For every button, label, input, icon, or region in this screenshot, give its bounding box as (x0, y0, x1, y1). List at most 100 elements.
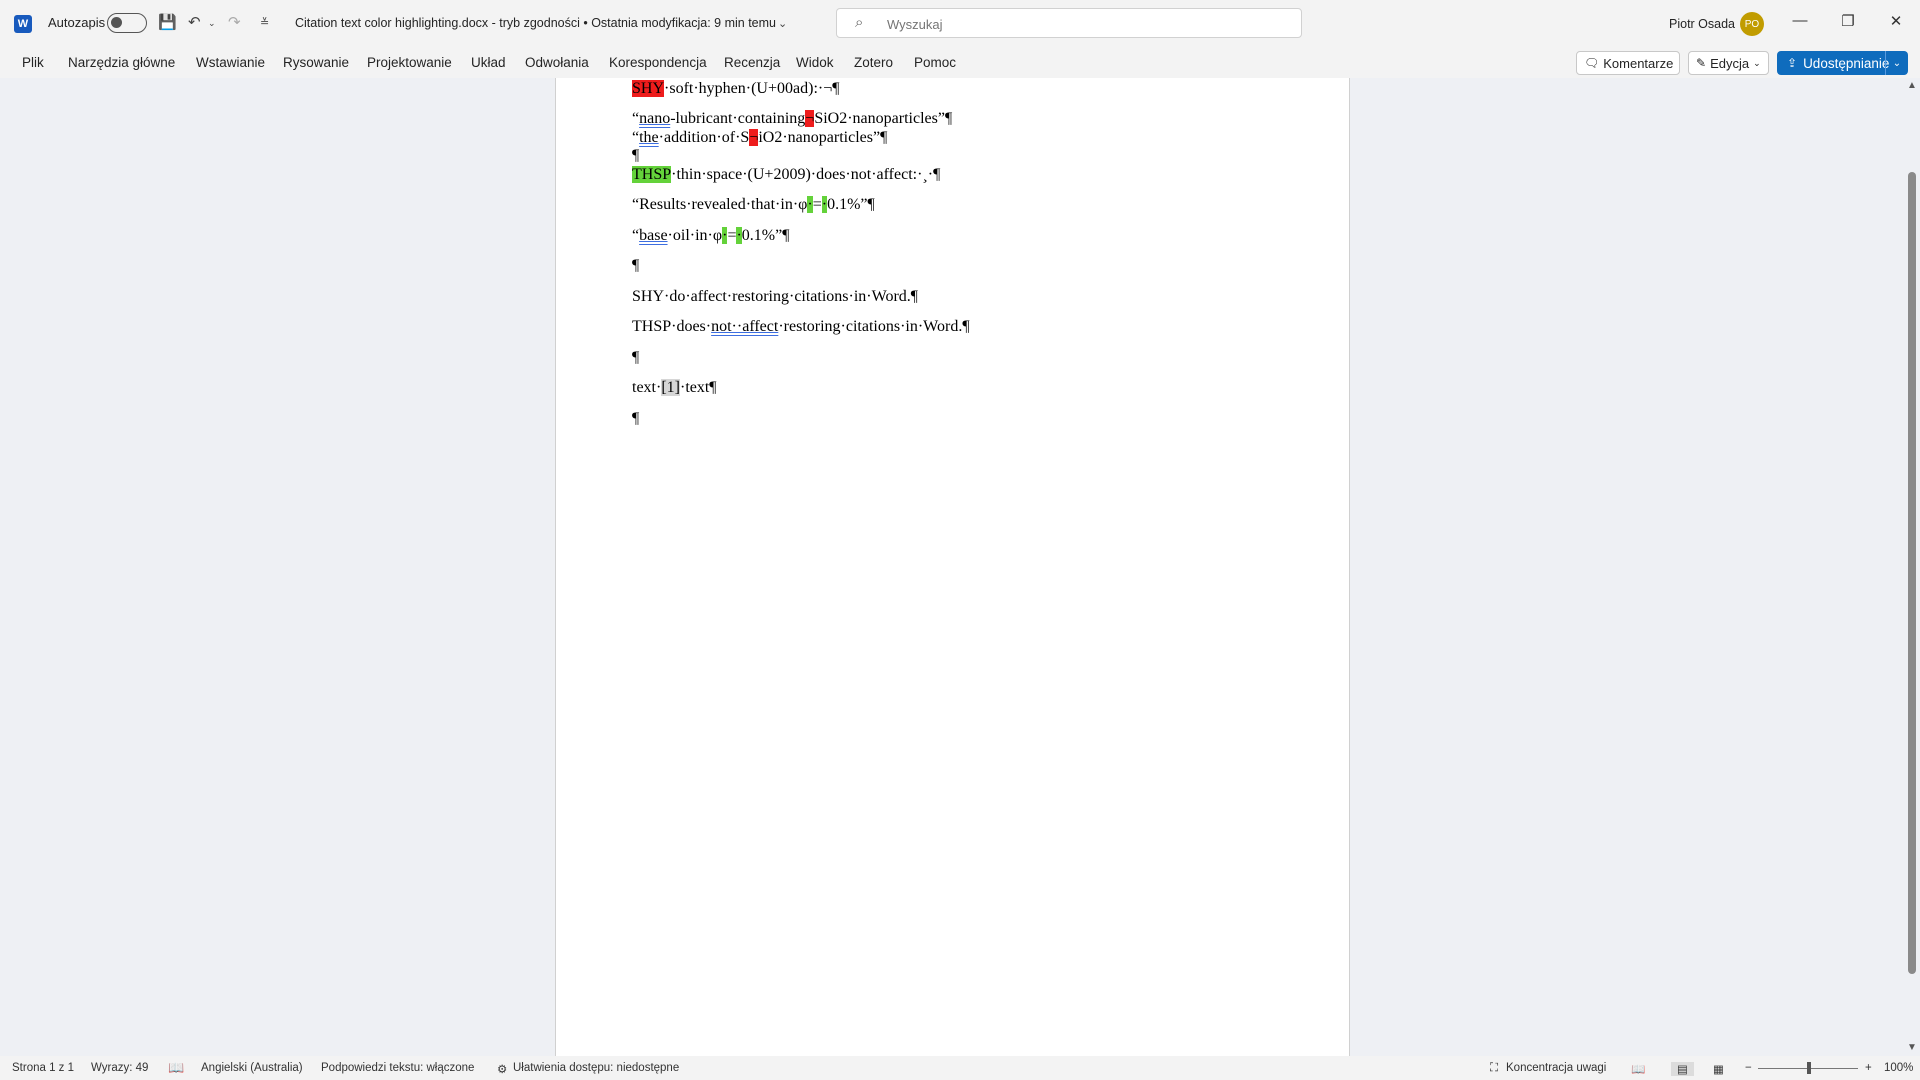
read-mode-icon[interactable]: 📖 (1631, 1062, 1645, 1076)
redo-icon[interactable]: ↷ (228, 12, 241, 34)
text-predictions-status[interactable]: Podpowiedzi tekstu: włączone (321, 1062, 474, 1074)
spelling-underline[interactable]: nano (639, 110, 670, 127)
focus-icon: ⛶ (1490, 1062, 1499, 1074)
paragraph-shy[interactable]: SHY·soft·hyphen·(U+00ad):·¬¶ (632, 80, 839, 98)
comments-label: Komentarze (1603, 55, 1674, 71)
text-run: ·thin·space·(U+2009)·does·not·affect:·¸·… (671, 166, 941, 183)
autosave-label: Autozapis (48, 15, 106, 30)
undo-dropdown-icon[interactable]: ⌄ (208, 12, 216, 34)
paragraph-base-oil[interactable]: “base·oil·in·φ·=·0.1%”¶ (632, 227, 789, 245)
share-button[interactable]: ⇪ Udostępnianie ⌄ (1777, 51, 1908, 75)
tab-mailings[interactable]: Korespondencja (609, 55, 707, 70)
highlight-green: THSP (632, 166, 672, 183)
tab-view[interactable]: Widok (796, 55, 834, 70)
tab-review[interactable]: Recenzja (724, 55, 780, 70)
paragraph-empty[interactable]: ¶ (632, 147, 639, 165)
ribbon-tabs: Plik Narzędzia główne Wstawianie Rysowan… (0, 48, 1920, 78)
paragraph-empty[interactable]: ¶ (632, 410, 639, 428)
tab-layout[interactable]: Układ (471, 55, 506, 70)
customize-toolbar-icon[interactable]: ≚ (260, 12, 269, 34)
spelling-underline[interactable]: the (639, 129, 659, 146)
accessibility-icon: ⚙ (497, 1064, 508, 1076)
share-label: Udostępnianie (1803, 55, 1890, 71)
word-logo-icon: W (14, 15, 32, 33)
paragraph-quote-2[interactable]: “the·addition·of·S¬iO2·nanoparticles”¶ (632, 129, 887, 147)
highlight-red: ¬ (805, 110, 815, 127)
tab-draw[interactable]: Rysowanie (283, 55, 349, 70)
zoom-slider-thumb[interactable] (1807, 1062, 1811, 1074)
pencil-icon: ✎ (1696, 56, 1707, 70)
text-run: SiO2·nanoparticles”¶ (814, 110, 953, 127)
scroll-up-icon[interactable]: ▲ (1907, 80, 1917, 91)
paragraph-empty[interactable]: ¶ (632, 349, 639, 367)
text-run: 0.1%”¶ (741, 227, 790, 244)
search-input[interactable] (885, 13, 1269, 35)
language-indicator[interactable]: Angielski (Australia) (201, 1062, 303, 1074)
page-count[interactable]: Strona 1 z 1 (12, 1062, 74, 1074)
paragraph-results[interactable]: “Results·revealed·that·in·φ·=·0.1%”¶ (632, 196, 875, 214)
paragraph-quote-1[interactable]: “nano-lubricant·containing¬SiO2·nanopart… (632, 110, 952, 128)
document-title[interactable]: Citation text color highlighting.docx - … (295, 16, 776, 30)
minimize-icon[interactable]: — (1785, 12, 1815, 29)
citation-field[interactable]: [1] (661, 379, 680, 396)
tab-file[interactable]: Plik (22, 55, 44, 70)
editing-label: Edycja (1710, 55, 1750, 71)
text-run: “Results·revealed·that·in·φ (632, 196, 808, 213)
text-run: ·soft·hyphen·(U+00ad):·¬¶ (664, 80, 840, 97)
paragraph-citation[interactable]: text·[1]·text¶ (632, 379, 717, 397)
highlight-red: SHY (632, 80, 665, 97)
text-run: = (812, 196, 822, 213)
paragraph-thsp-note[interactable]: THSP·does·not··affect·restoring·citation… (632, 318, 970, 336)
text-run: ·addition·of·S (658, 129, 750, 146)
user-name[interactable]: Piotr Osada (1669, 17, 1735, 31)
autosave-toggle[interactable] (107, 13, 147, 33)
tab-design[interactable]: Projektowanie (367, 55, 452, 70)
paragraph-shy-note[interactable]: SHY·do·affect·restoring·citations·in·Wor… (632, 288, 918, 306)
highlight-red: ¬ (749, 129, 759, 146)
scrollbar-thumb[interactable] (1908, 172, 1916, 974)
avatar[interactable]: PO (1740, 12, 1764, 36)
text-run: THSP·does· (632, 318, 712, 335)
document-canvas[interactable]: SHY·soft·hyphen·(U+00ad):·¬¶ “nano-lubri… (0, 78, 1904, 1056)
word-count[interactable]: Wyrazy: 49 (91, 1062, 148, 1074)
tab-references[interactable]: Odwołania (525, 55, 589, 70)
scroll-down-icon[interactable]: ▼ (1907, 1042, 1917, 1053)
chevron-down-icon[interactable]: ⌄ (778, 13, 787, 35)
proofing-icon[interactable]: 📖 (168, 1060, 184, 1076)
comment-icon: 🗨 (1584, 56, 1600, 70)
focus-mode-button[interactable]: Koncentracja uwagi (1506, 1062, 1606, 1074)
text-run: iO2·nanoparticles”¶ (758, 129, 888, 146)
print-layout-icon[interactable]: ▤ (1671, 1062, 1694, 1076)
tab-insert[interactable]: Wstawianie (196, 55, 265, 70)
document-page[interactable]: SHY·soft·hyphen·(U+00ad):·¬¶ “nano-lubri… (555, 78, 1350, 1056)
share-icon: ⇪ (1787, 56, 1798, 70)
comments-button[interactable]: 🗨 Komentarze (1576, 51, 1680, 75)
text-run: ·restoring·citations·in·Word.¶ (778, 318, 970, 335)
text-run: ·text¶ (679, 379, 717, 396)
search-box[interactable]: ⌕ (836, 8, 1302, 38)
text-run: text· (632, 379, 662, 396)
editing-mode-button[interactable]: ✎ Edycja ⌄ (1688, 51, 1769, 75)
close-icon[interactable]: ✕ (1881, 12, 1911, 30)
spelling-underline[interactable]: base (639, 227, 667, 244)
tab-zotero[interactable]: Zotero (854, 55, 893, 70)
chevron-down-icon: ⌄ (1753, 57, 1761, 68)
undo-icon[interactable]: ↶ (188, 12, 201, 34)
vertical-scrollbar[interactable]: ▲ ▼ (1904, 78, 1920, 1056)
tab-home[interactable]: Narzędzia główne (68, 55, 175, 70)
accessibility-status[interactable]: Ułatwienia dostępu: niedostępne (513, 1062, 679, 1074)
zoom-out-icon[interactable]: − (1745, 1062, 1752, 1074)
zoom-in-icon[interactable]: + (1865, 1062, 1872, 1074)
status-bar: Strona 1 z 1 Wyrazy: 49 📖 Angielski (Aus… (0, 1056, 1920, 1080)
paragraph-empty[interactable]: ¶ (632, 257, 639, 275)
share-dropdown-icon[interactable]: ⌄ (1885, 51, 1908, 75)
tab-help[interactable]: Pomoc (914, 55, 956, 70)
spelling-underline[interactable]: not··affect (711, 318, 778, 335)
restore-icon[interactable]: ❐ (1833, 12, 1863, 30)
text-run: -lubricant·containing (670, 110, 806, 127)
zoom-level[interactable]: 100% (1884, 1062, 1913, 1074)
paragraph-thsp[interactable]: THSP·thin·space·(U+2009)·does·not·affect… (632, 166, 940, 184)
web-layout-icon[interactable]: ▦ (1713, 1062, 1724, 1076)
text-run: ·oil·in·φ (667, 227, 723, 244)
save-icon[interactable]: 💾 (158, 12, 177, 34)
